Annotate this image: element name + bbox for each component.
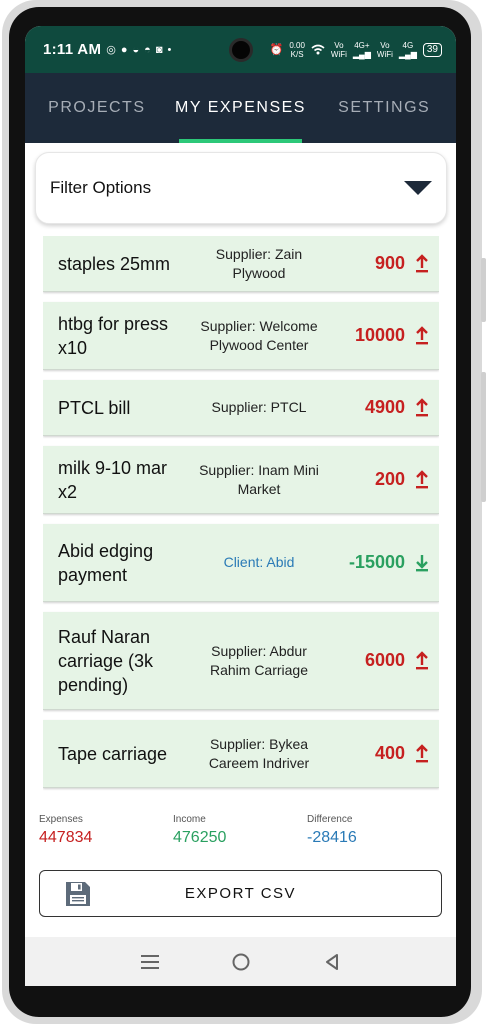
sim1-signal: 4G+ ▂▄▆ [353,41,371,59]
transaction-title: htbg for press x10 [58,313,169,358]
sim2-generation: 4G [402,40,414,50]
transaction-amount: 4900 [364,397,405,417]
transaction-party: Supplier: Inam Mini Market [199,461,319,497]
transaction-amount: 400 [374,743,405,763]
expenses-value: 447834 [39,829,93,846]
transaction-title: Abid edging payment [58,540,154,585]
transaction-amount: 200 [374,469,405,489]
transaction-row[interactable]: milk 9-10 mar x2 Supplier: Inam Mini Mar… [43,446,439,514]
status-time: 1:11 AM [43,41,102,58]
transaction-party: Client: Abid [223,554,295,570]
arrow-down-icon [405,553,439,573]
difference-value: -28416 [307,829,357,846]
transaction-title: Rauf Naran carriage (3k pending) [58,626,154,695]
transaction-amount: 6000 [364,650,405,670]
transaction-row[interactable]: staples 25mm Supplier: Zain Plywood 900 [43,236,439,292]
filter-options-dropdown[interactable]: Filter Options [35,152,447,224]
chat-icon: ◒ [132,43,140,56]
filter-options-label: Filter Options [50,178,152,197]
sim1-volte-bottom: WiFi [330,49,347,59]
signal-bars-icon: ▂▄▆ [352,49,371,59]
back-icon[interactable] [324,953,340,971]
signal-bars-icon: ▂▄▆ [398,49,417,59]
sim2-volte-bottom: WiFi [376,49,393,59]
summary-panel: Expenses 447834 Income 476250 Difference… [25,796,456,866]
battery-icon: 39 [422,42,442,57]
income-value: 476250 [173,829,227,846]
arrow-up-icon [405,650,439,671]
arrow-up-icon [405,469,439,490]
transaction-row[interactable]: htbg for press x10 Supplier: Welcome Ply… [43,302,439,370]
alarm-icon: ⏰ [269,44,284,56]
tab-bar: PROJECTS MY EXPENSES SETTINGS [25,73,456,143]
transaction-party: Supplier: PTCL [211,399,307,415]
chevron-down-icon[interactable] [404,181,432,195]
export-csv-button[interactable]: EXPORT CSV [39,870,442,917]
sim2-signal: 4G ▂▄▆ [399,41,417,59]
transaction-party: Supplier: Welcome Plywood Center [200,317,318,353]
transaction-title: PTCL bill [58,397,131,418]
message-icon: ● [120,43,128,56]
system-navigation-bar [25,937,456,986]
wifi-icon [311,44,325,55]
transaction-amount: 900 [374,253,405,273]
arrow-up-icon [405,253,439,274]
sim1-volte-top: Vo [334,40,344,50]
transaction-title: Tape carriage [58,743,168,764]
income-label: Income [173,814,206,825]
recents-icon[interactable] [141,954,160,970]
sim1-generation: 4G+ [354,40,370,50]
app-screen: 1:11 AM ◎ ● ◒ ◓ ◙ • ⏰ 0.00 K/S Vo WiFi 4… [25,26,456,986]
difference-label: Difference [307,814,353,825]
income-summary: Income 476250 [173,814,226,847]
status-bar: 1:11 AM ◎ ● ◒ ◓ ◙ • ⏰ 0.00 K/S Vo WiFi 4… [25,26,456,73]
difference-summary: Difference -28416 [307,814,357,847]
export-csv-label: EXPORT CSV [184,885,297,902]
transaction-party: Supplier: Zain Plywood [215,245,303,281]
tab-my-expenses[interactable]: MY EXPENSES [169,73,313,143]
speed-value: 0.00 [289,40,305,50]
more-dot-icon: • [167,43,172,56]
whatsapp-icon: ◎ [106,44,116,56]
transaction-row[interactable]: Abid edging payment Client: Abid -15000 [43,524,439,602]
notification-icon: ◓ [144,43,151,56]
phone-side-button [481,258,486,322]
transaction-list[interactable]: staples 25mm Supplier: Zain Plywood 900 … [43,236,439,796]
network-speed: 0.00 K/S [289,41,305,59]
transaction-row[interactable]: PTCL bill Supplier: PTCL 4900 [43,380,439,436]
arrow-up-icon [405,397,439,418]
transaction-title: milk 9-10 mar x2 [58,457,168,502]
sim2-volte-top: Vo [380,40,390,50]
phone-side-button [481,372,486,502]
sim1-volte: Vo WiFi [331,41,347,59]
transaction-party: Supplier: Bykea Careem Indriver [208,735,310,771]
transaction-party: Supplier: Abdur Rahim Carriage [209,642,309,678]
speed-unit: K/S [290,49,304,59]
expenses-label: Expenses [39,814,83,825]
transaction-row[interactable]: Rauf Naran carriage (3k pending) Supplie… [43,612,439,710]
transaction-row[interactable]: Tape carriage Supplier: Bykea Careem Ind… [43,720,439,788]
transaction-amount: 10000 [354,325,405,345]
arrow-up-icon [405,325,439,346]
arrow-up-icon [405,743,439,764]
tab-settings[interactable]: SETTINGS [312,73,456,143]
transaction-amount: -15000 [348,552,405,572]
transaction-title: staples 25mm [58,253,171,274]
home-icon[interactable] [231,952,251,972]
instagram-icon: ◙ [155,43,163,56]
tab-projects[interactable]: PROJECTS [25,73,169,143]
expenses-summary: Expenses 447834 [39,814,92,847]
front-camera [229,38,253,62]
sim2-volte: Vo WiFi [377,41,393,59]
